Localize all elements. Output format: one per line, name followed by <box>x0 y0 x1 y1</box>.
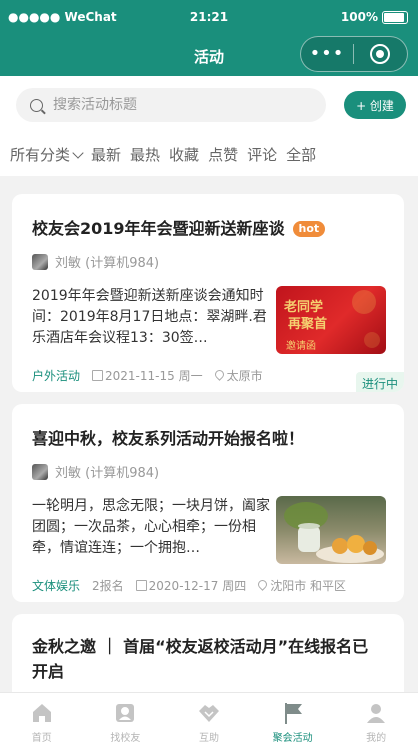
location-pin-icon <box>256 578 270 591</box>
activity-card[interactable]: 喜迎中秋，校友系列活动开始报名啦！ 刘敏 (计算机984) 一轮明月，思念无限；… <box>12 404 404 602</box>
author-name: 刘敏 (计算机984) <box>55 256 160 271</box>
author-name: 刘敏 (计算机984) <box>55 466 160 481</box>
create-button[interactable]: + 创建 <box>344 91 406 119</box>
avatar <box>32 463 48 480</box>
filter-favorites[interactable]: 收藏 <box>169 144 199 165</box>
filter-all[interactable]: 全部 <box>286 144 316 165</box>
hot-badge: hot <box>292 221 326 237</box>
svg-text:老同学: 老同学 <box>283 299 323 315</box>
user-icon <box>367 704 386 723</box>
battery-icon <box>382 10 408 24</box>
tab-mine[interactable]: 我的 <box>334 693 418 755</box>
activity-title: 金秋之邀 ｜ 首届“校友返校活动月”在线报名已开启 <box>32 637 369 681</box>
status-bar: ●●●●● WeChat 21:21 100% <box>0 0 418 36</box>
mooncake-tea-image <box>284 502 384 563</box>
calendar-icon <box>135 580 147 591</box>
nav-bar: 活动 ••• <box>0 36 418 76</box>
status-badge: 进行中 <box>355 372 404 392</box>
find-alumni-icon <box>116 704 135 722</box>
activity-title: 喜迎中秋，校友系列活动开始报名啦！ <box>32 429 305 448</box>
tab-bar: 首页 找校友 互助 聚会活动 我的 <box>0 692 418 755</box>
tab-home[interactable]: 首页 <box>0 693 84 755</box>
activity-description: 一轮明月，思念无限；一块月饼，阖家团圆；一次品茶，心心相牵；一份相牵，情谊连连；… <box>32 498 270 556</box>
activity-category: 文体娱乐 <box>32 579 81 593</box>
activity-date: 2020-12-17 周四 <box>148 579 247 593</box>
invitation-image: 老同学 再聚首 邀请函 <box>283 290 380 352</box>
activity-date: 2021-11-15 周一 <box>105 369 203 383</box>
avatar <box>32 253 48 270</box>
activity-thumbnail <box>276 496 386 564</box>
svg-text:邀请函: 邀请函 <box>286 339 316 352</box>
close-miniprogram-button[interactable] <box>354 44 406 64</box>
tab-mutual-help[interactable]: 互助 <box>167 693 251 755</box>
svg-text:再聚首: 再聚首 <box>288 316 327 332</box>
activity-card[interactable]: 校友会2019年年会暨迎新送新座谈 hot 刘敏 (计算机984) 2019年年会… <box>12 194 404 392</box>
battery-percent: 100% <box>340 10 378 24</box>
activity-description: 2019年年会暨迎新送新座谈会通知时间：2019年8月17日地点：翠湖畔.君乐酒… <box>32 288 267 346</box>
home-icon <box>32 704 51 722</box>
activity-location: 太原市 <box>226 369 263 383</box>
tab-gatherings[interactable]: 聚会活动 <box>251 693 335 755</box>
target-icon <box>370 44 390 64</box>
filter-likes[interactable]: 点赞 <box>208 144 238 165</box>
activity-location: 沈阳市 和平区 <box>270 579 347 593</box>
activity-thumbnail: 老同学 再聚首 邀请函 <box>276 286 386 354</box>
flag-icon <box>284 703 302 724</box>
search-input[interactable] <box>51 96 305 114</box>
more-menu-button[interactable]: ••• <box>301 37 353 71</box>
location-pin-icon <box>212 368 226 381</box>
filter-hottest[interactable]: 最热 <box>130 144 160 165</box>
calendar-icon <box>92 370 104 381</box>
activity-title: 校友会2019年年会暨迎新送新座谈 <box>32 219 285 238</box>
search-bar[interactable] <box>16 88 326 122</box>
miniprogram-capsule: ••• <box>300 36 408 72</box>
signup-count: 2报名 <box>92 579 124 593</box>
filter-bar: 所有分类 最新 最热 收藏 点赞 评论 全部 <box>10 144 316 165</box>
activity-category: 户外活动 <box>32 369 81 383</box>
search-icon <box>30 98 43 112</box>
filter-category-dropdown[interactable]: 所有分类 <box>10 144 84 165</box>
search-filter-area: + 创建 所有分类 最新 最热 收藏 点赞 评论 全部 <box>0 76 418 176</box>
chevron-down-icon <box>72 147 84 159</box>
filter-latest[interactable]: 最新 <box>91 144 121 165</box>
handshake-icon <box>198 705 219 722</box>
filter-comments[interactable]: 评论 <box>247 144 277 165</box>
tab-find-alumni[interactable]: 找校友 <box>84 693 168 755</box>
